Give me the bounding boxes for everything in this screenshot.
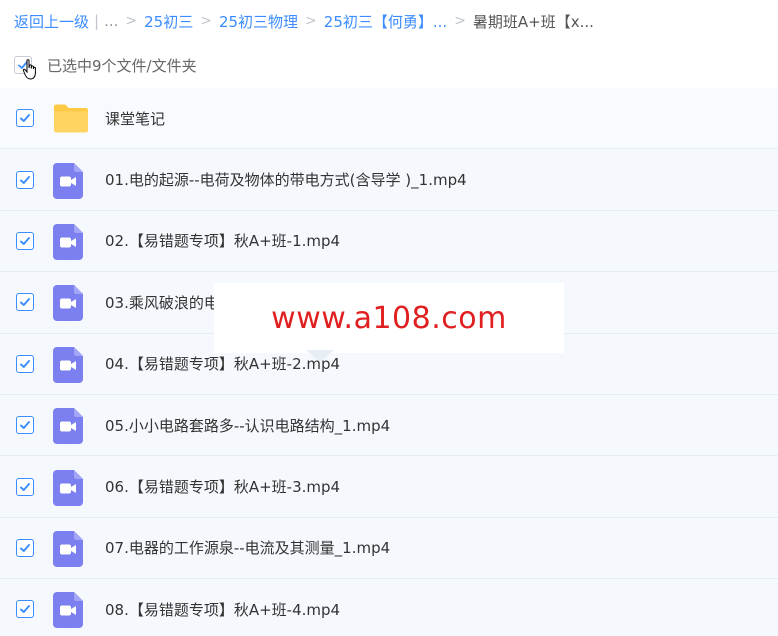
selection-bar: 已选中9个文件/文件夹: [14, 52, 197, 78]
video-icon: [53, 408, 87, 445]
row-checkbox[interactable]: [16, 477, 34, 496]
file-name[interactable]: 05.小小电路套路多--认识电路结构_1.mp4: [105, 415, 390, 436]
file-name[interactable]: 03.乘风破浪的电: [105, 292, 219, 313]
row-checkbox[interactable]: [16, 354, 34, 373]
breadcrumb-current: 暑期班A+班【x...: [472, 12, 594, 31]
check-icon: [20, 359, 30, 368]
row-checkbox[interactable]: [16, 231, 34, 250]
folder-row[interactable]: 课堂笔记: [0, 88, 778, 150]
file-row[interactable]: 05.小小电路套路多--认识电路结构_1.mp4: [0, 394, 778, 457]
file-name[interactable]: 课堂笔记: [105, 108, 165, 129]
file-row[interactable]: 01.电的起源--电荷及物体的带电方式(含导学 )_1.mp4: [0, 149, 778, 211]
row-checkbox[interactable]: [16, 109, 34, 128]
breadcrumb-separator: >: [125, 13, 138, 29]
row-checkbox[interactable]: [16, 293, 34, 312]
selection-count: 已选中9个文件/文件夹: [47, 56, 197, 75]
row-checkbox[interactable]: [16, 170, 34, 189]
watermark-text: www.a108.com: [271, 300, 507, 336]
file-row[interactable]: 06.【易错题专项】秋A+班-3.mp4: [0, 456, 778, 518]
file-name[interactable]: 07.电器的工作源泉--电流及其测量_1.mp4: [105, 537, 390, 558]
breadcrumb-item-teacher[interactable]: 25初三【何勇】...: [324, 11, 447, 32]
row-checkbox[interactable]: [16, 600, 34, 619]
video-icon: [53, 530, 87, 567]
breadcrumb-separator: >: [200, 13, 212, 29]
video-icon: [53, 162, 87, 199]
row-checkbox[interactable]: [16, 538, 34, 557]
breadcrumb-ellipsis: ...: [104, 12, 119, 30]
video-icon: [53, 223, 87, 260]
file-row[interactable]: 02.【易错题专项】秋A+班-1.mp4: [0, 210, 778, 273]
row-checkbox[interactable]: [16, 416, 34, 435]
hand-cursor-icon: [22, 59, 36, 80]
file-name[interactable]: 08.【易错题专项】秋A+班-4.mp4: [105, 599, 340, 620]
file-name[interactable]: 01.电的起源--电荷及物体的带电方式(含导学 )_1.mp4: [105, 169, 467, 190]
check-icon: [20, 114, 30, 123]
file-list: 课堂笔记 01.电的起源--电荷及物体的带电方式(含导学 )_1.mp4 02.【易…: [0, 88, 778, 636]
file-name[interactable]: 02.【易错题专项】秋A+班-1.mp4: [105, 230, 340, 251]
check-icon: [20, 543, 30, 552]
video-icon: [53, 285, 87, 322]
check-icon: [20, 175, 30, 184]
file-browser: 返回上一级 | ... > 25初三 > 25初三物理 > 25初三【何勇】..…: [0, 0, 778, 636]
breadcrumb-divider: |: [94, 12, 100, 30]
check-icon: [20, 482, 30, 491]
check-icon: [20, 237, 30, 245]
video-icon: [53, 592, 87, 629]
breadcrumb: 返回上一级 | ... > 25初三 > 25初三物理 > 25初三【何勇】..…: [14, 8, 594, 34]
back-link[interactable]: 返回上一级: [14, 11, 89, 32]
video-icon: [53, 346, 87, 383]
tooltip-arrow-icon: [306, 350, 334, 362]
file-name[interactable]: 04.【易错题专项】秋A+班-2.mp4: [105, 353, 340, 374]
file-row[interactable]: 07.电器的工作源泉--电流及其测量_1.mp4: [0, 517, 778, 580]
video-icon: [53, 469, 87, 506]
check-icon: [20, 298, 30, 307]
watermark: www.a108.com: [214, 283, 564, 353]
breadcrumb-item-physics[interactable]: 25初三物理: [219, 11, 298, 32]
file-row[interactable]: 08.【易错题专项】秋A+班-4.mp4: [0, 579, 778, 636]
breadcrumb-separator: >: [454, 13, 466, 29]
folder-icon: [53, 101, 88, 135]
check-icon: [20, 421, 30, 430]
breadcrumb-item-25chusan[interactable]: 25初三: [144, 11, 193, 32]
file-name[interactable]: 06.【易错题专项】秋A+班-3.mp4: [105, 476, 340, 497]
breadcrumb-separator: >: [305, 13, 317, 29]
check-icon: [20, 605, 30, 614]
